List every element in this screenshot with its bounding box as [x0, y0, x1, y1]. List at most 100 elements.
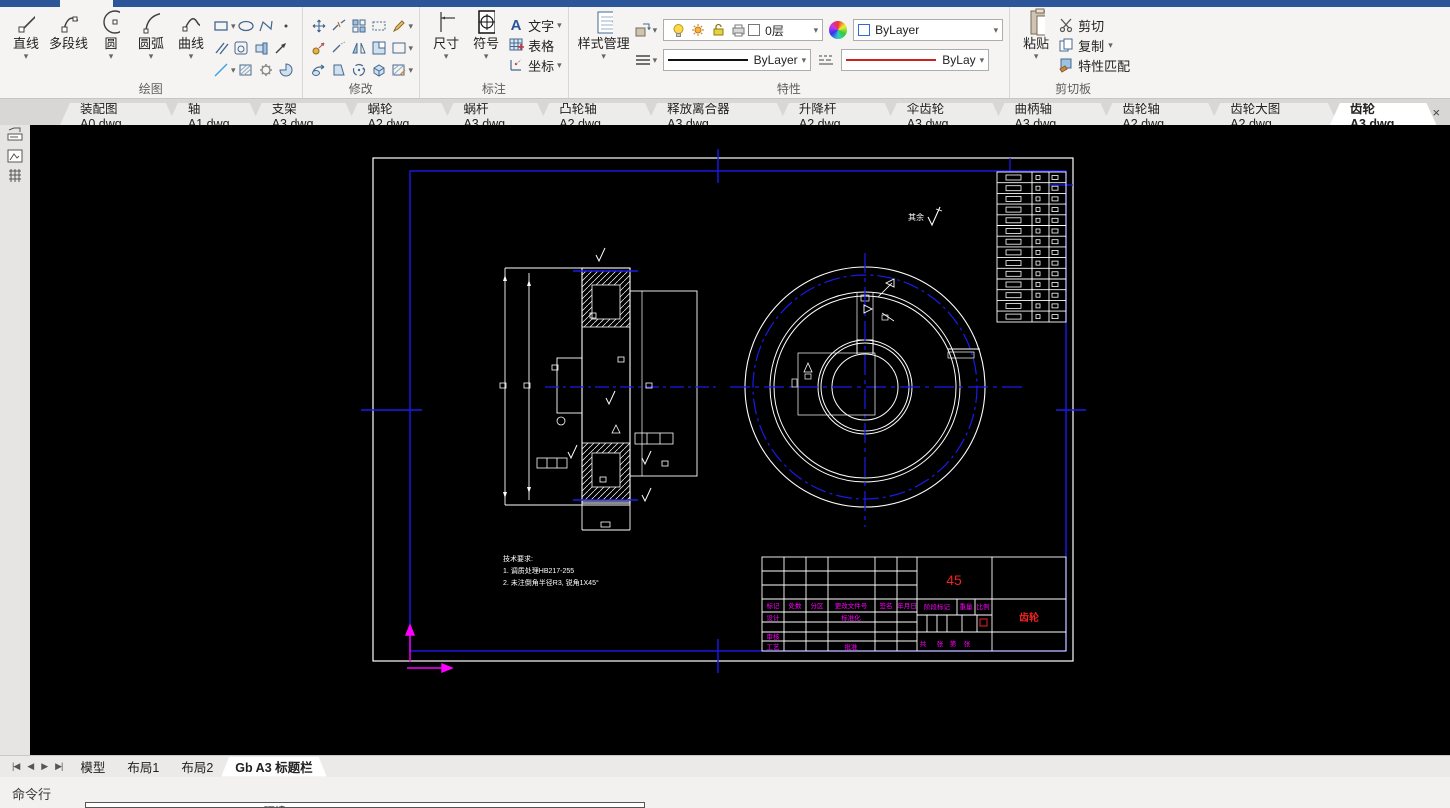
paste-caret[interactable]: ▾ [1034, 52, 1039, 60]
hatch-icon[interactable] [237, 61, 255, 79]
title-block[interactable]: 标记 处数 分区 更改文件号 签名 年月日 设计 标准化 审核 工艺 批准 阶段… [762, 557, 1066, 651]
layer-select[interactable]: 0层 ▾ [663, 19, 823, 41]
color-wheel-icon[interactable] [829, 21, 847, 39]
active-ribbon-tab-notch[interactable] [60, 0, 113, 7]
array-icon[interactable] [350, 17, 368, 35]
doc-tab-tulunzhou[interactable]: 凸轮轴A2.dwg [539, 103, 655, 125]
doc-tab-zhou[interactable]: 轴A1.dwg [168, 103, 260, 125]
line-button[interactable]: 直线 ▾ [6, 11, 46, 62]
arc-caret[interactable]: ▾ [149, 52, 154, 60]
block-icon[interactable] [232, 39, 250, 57]
hatch-edit-icon[interactable] [390, 61, 408, 79]
doc-tab-wolun[interactable]: 蜗轮A2.dwg [348, 103, 452, 125]
lineweight-select[interactable]: ByLay ▾ [841, 49, 989, 71]
paste-button[interactable]: 粘贴 ▾ [1016, 11, 1056, 62]
command-window-icon[interactable] [6, 127, 24, 145]
style-manager-caret[interactable]: ▾ [601, 52, 606, 60]
doc-tab-chilun-active[interactable]: 齿轮A3.dwg [1330, 103, 1436, 125]
gear-icon[interactable] [257, 61, 275, 79]
construction-line-icon[interactable] [212, 61, 230, 79]
doc-tab-zhuangpeitu[interactable]: 装配图A0.dwg [60, 103, 176, 125]
layout2-tab[interactable]: 布局2 [167, 757, 227, 777]
dimension-caret[interactable]: ▾ [444, 52, 449, 60]
sun-icon[interactable] [689, 21, 707, 39]
doc-tab-qubingzhou[interactable]: 曲柄轴A3.dwg [995, 103, 1111, 125]
doc-tab-shifanglihequi[interactable]: 释放离合器A3.dwg [647, 103, 787, 125]
ellipse-icon[interactable] [237, 17, 255, 35]
copy-button[interactable]: 复制 ▾ [1056, 35, 1130, 55]
construction-line-caret[interactable]: ▾ [231, 66, 236, 74]
lock-icon[interactable] [709, 21, 727, 39]
linetype-select[interactable]: ByLayer ▾ [663, 49, 811, 71]
coordinate-button[interactable]: 坐标 ▾ [506, 55, 562, 75]
extend-icon[interactable] [330, 39, 348, 57]
rectangle-caret[interactable]: ▾ [231, 22, 236, 30]
image-frame-icon[interactable] [6, 147, 24, 165]
rectangle-icon[interactable] [212, 17, 230, 35]
gear-front-view[interactable] [730, 253, 1025, 527]
layer-color-swatch[interactable] [748, 24, 760, 36]
cut-button[interactable]: 剪切 [1056, 15, 1130, 35]
grid-icon[interactable] [6, 167, 24, 185]
doc-tab-sanchilun[interactable]: 伞齿轮A3.dwg [887, 103, 1003, 125]
last-tab-button[interactable]: ▶| [51, 761, 66, 772]
command-line-area[interactable]: 命令行 GB_A3.dwt AutoCAD 2007 Drawing 环境 [0, 777, 1450, 808]
color-select-caret[interactable]: ▾ [994, 26, 999, 34]
lineweight-select-caret[interactable]: ▾ [980, 56, 985, 64]
break-icon[interactable] [330, 17, 348, 35]
spline-button[interactable]: 曲线 ▾ [171, 11, 211, 62]
style-manager-button[interactable]: 样式管理 ▾ [575, 11, 633, 62]
cylinder-icon[interactable] [252, 39, 270, 57]
offset-icon[interactable] [310, 39, 328, 57]
chamfer-icon[interactable] [390, 39, 408, 57]
lineweight-tool-icon[interactable] [634, 51, 652, 69]
polyline-button[interactable]: 多段线 [46, 11, 91, 54]
linetype-manager-icon[interactable] [817, 51, 835, 69]
gear-section-view[interactable] [500, 248, 720, 530]
dimension-button[interactable]: 尺寸 ▾ [426, 11, 466, 62]
fillet-icon[interactable] [370, 39, 388, 57]
match-properties-button[interactable]: 特性匹配 [1056, 55, 1130, 75]
doc-tab-shengjianggan[interactable]: 升降杆A2.dwg [779, 103, 895, 125]
region-icon[interactable] [277, 61, 295, 79]
layout1-tab[interactable]: 布局1 [113, 757, 173, 777]
point-icon[interactable] [277, 17, 295, 35]
first-tab-button[interactable]: |◀ [8, 761, 23, 772]
doc-tab-zhijia[interactable]: 支架A3.dwg [252, 103, 356, 125]
symbol-button[interactable]: .1 符号 ▾ [466, 11, 506, 62]
gb-a3-titleblock-tab[interactable]: Gb A3 标题栏 [221, 757, 326, 777]
edit-pencil-icon[interactable] [390, 17, 408, 35]
bulb-icon[interactable] [669, 21, 687, 39]
spline-caret[interactable]: ▾ [189, 52, 194, 60]
modify-row3-caret[interactable]: ▾ [409, 66, 414, 74]
model-tab[interactable]: 模型 [66, 757, 119, 777]
leader-arrow-icon[interactable] [272, 39, 290, 57]
circle-button[interactable]: 圆 ▾ [91, 11, 131, 62]
trim-icon[interactable] [330, 61, 348, 79]
explode-3d-icon[interactable] [370, 61, 388, 79]
stretch-icon[interactable] [370, 17, 388, 35]
doc-tab-chilundatu[interactable]: 齿轮大图A2.dwg [1210, 103, 1338, 125]
table-button[interactable]: 表格 [506, 35, 562, 55]
line-caret[interactable]: ▾ [24, 52, 29, 60]
next-tab-button[interactable]: ▶ [37, 761, 51, 772]
layer-tool-caret[interactable]: ▾ [653, 26, 658, 34]
layer-select-caret[interactable]: ▾ [814, 26, 819, 34]
linetype-select-caret[interactable]: ▾ [802, 56, 807, 64]
mirror-icon[interactable] [350, 39, 368, 57]
curve-icon[interactable] [257, 17, 275, 35]
move-icon[interactable] [310, 17, 328, 35]
gear-parameter-table[interactable] [997, 172, 1066, 322]
color-select[interactable]: ByLayer ▾ [853, 19, 1003, 41]
prev-tab-button[interactable]: ◀ [23, 761, 37, 772]
modify-row2-caret[interactable]: ▾ [409, 44, 414, 52]
circle-caret[interactable]: ▾ [109, 52, 114, 60]
rotate-icon[interactable] [350, 61, 368, 79]
text-button[interactable]: A 文字 ▾ [506, 15, 562, 35]
arc-button[interactable]: 圆弧 ▾ [131, 11, 171, 62]
printer-icon[interactable] [729, 21, 747, 39]
doc-tab-wogan[interactable]: 蜗杆A3.dwg [443, 103, 547, 125]
parallel-lines-icon[interactable] [212, 39, 230, 57]
symbol-caret[interactable]: ▾ [484, 52, 489, 60]
text-caret[interactable]: ▾ [557, 21, 562, 29]
